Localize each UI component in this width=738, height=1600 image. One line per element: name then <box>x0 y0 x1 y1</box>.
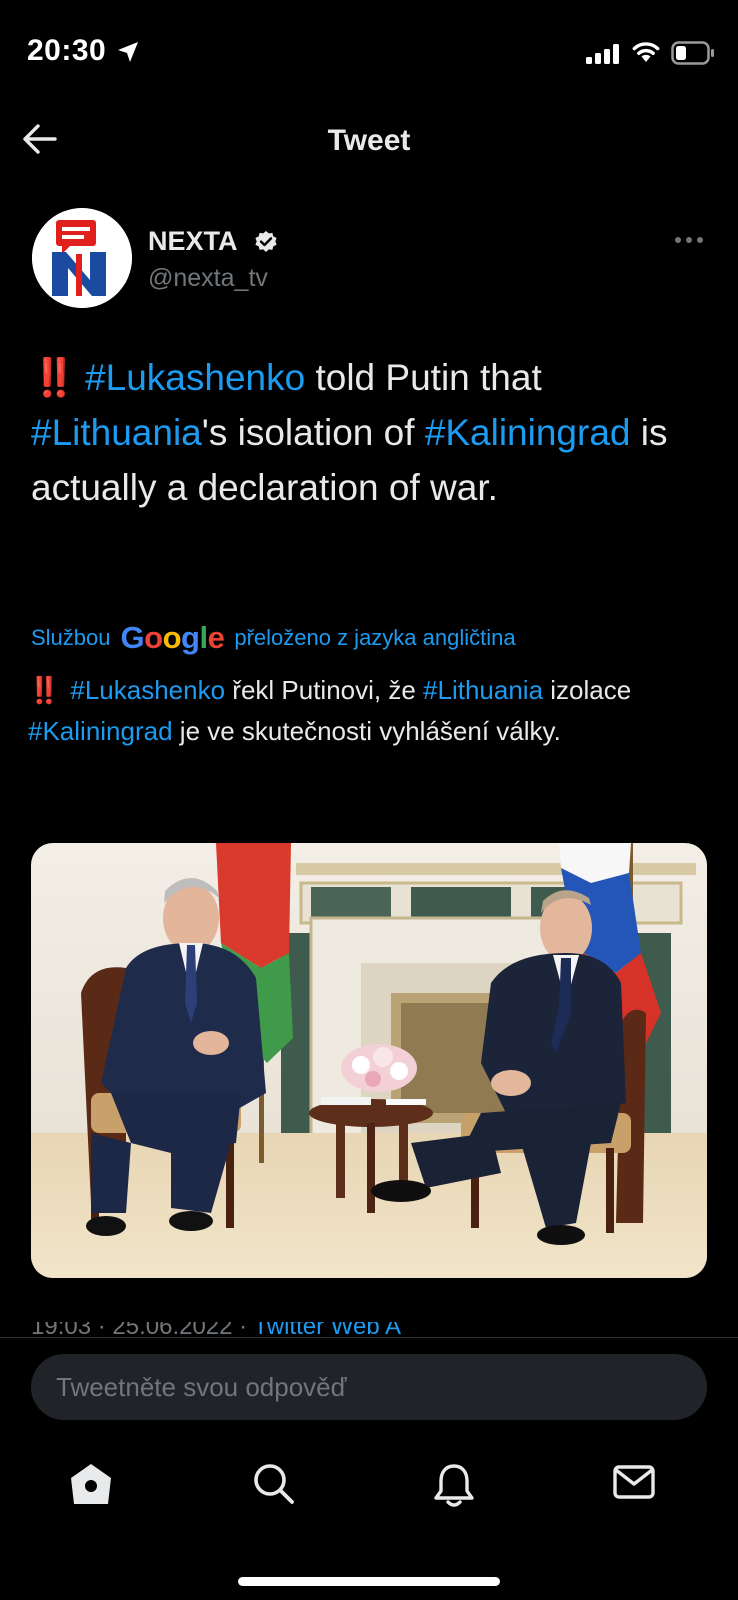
meta-separator: · <box>232 1322 254 1337</box>
translated-text-fragment: je ve skutečnosti vyhlášení války. <box>172 716 561 746</box>
hashtag-link[interactable]: #Lithuania <box>423 675 543 705</box>
divider <box>0 1337 738 1338</box>
author-name[interactable]: NEXTA <box>148 226 238 257</box>
double-exclamation-emoji: ‼️ <box>28 675 60 705</box>
tweet-text-fragment: told Putin that <box>305 357 542 398</box>
tweet-text: ‼️ #Lukashenko told Putin that #Lithuania… <box>31 350 711 515</box>
search-icon[interactable] <box>252 1462 296 1506</box>
double-exclamation-emoji: ‼️ <box>31 357 77 398</box>
translation-prefix: Službou <box>31 625 111 650</box>
google-logo: Google <box>120 620 225 655</box>
status-time: 20:30 <box>27 34 107 67</box>
avatar[interactable] <box>32 208 132 308</box>
battery-icon <box>671 41 714 65</box>
hashtag-link[interactable]: #Lukashenko <box>85 357 305 398</box>
author-handle: @nexta_tv <box>148 264 268 292</box>
hashtag-link[interactable]: #Kaliningrad <box>28 716 173 746</box>
home-indicator[interactable] <box>238 1577 500 1586</box>
tweet-time-date: 19:03 · 25.06.2022 <box>31 1322 233 1337</box>
translated-text-fragment: izolace <box>543 675 632 705</box>
photo-illustration <box>31 843 707 1278</box>
location-arrow-icon <box>118 42 138 62</box>
home-icon[interactable] <box>68 1462 114 1506</box>
page-title: Tweet <box>327 124 411 157</box>
verified-badge-icon <box>255 231 277 252</box>
tweet-timestamp-partial: 19:03 · 25.06.2022 · Twitter Web A <box>31 1322 551 1337</box>
tweet-text-fragment: 's isolation of <box>201 412 425 453</box>
messages-envelope-icon[interactable] <box>612 1462 656 1502</box>
hashtag-link[interactable]: #Kaliningrad <box>425 412 631 453</box>
translation-suffix: přeloženo z jazyka angličtina <box>234 625 516 650</box>
reply-placeholder: Tweetněte svou odpověď <box>56 1372 347 1402</box>
nexta-logo-icon <box>32 208 132 308</box>
translated-text-fragment: řekl Putinovi, že <box>225 675 424 705</box>
tweet-source-link[interactable]: Twitter Web A <box>253 1322 401 1337</box>
hashtag-link[interactable]: #Lukashenko <box>70 675 225 705</box>
tweet-photo[interactable] <box>31 843 707 1278</box>
wifi-icon <box>632 42 660 62</box>
translation-attribution[interactable]: Službou Google přeloženo z jazyka anglič… <box>31 620 516 656</box>
more-options-icon[interactable] <box>674 236 704 244</box>
hashtag-link[interactable]: #Lithuania <box>31 412 202 453</box>
cellular-signal-icon <box>586 44 619 64</box>
translated-text: ‼️ #Lukashenko řekl Putinovi, že #Lithuan… <box>28 670 718 752</box>
notifications-bell-icon[interactable] <box>432 1462 476 1508</box>
